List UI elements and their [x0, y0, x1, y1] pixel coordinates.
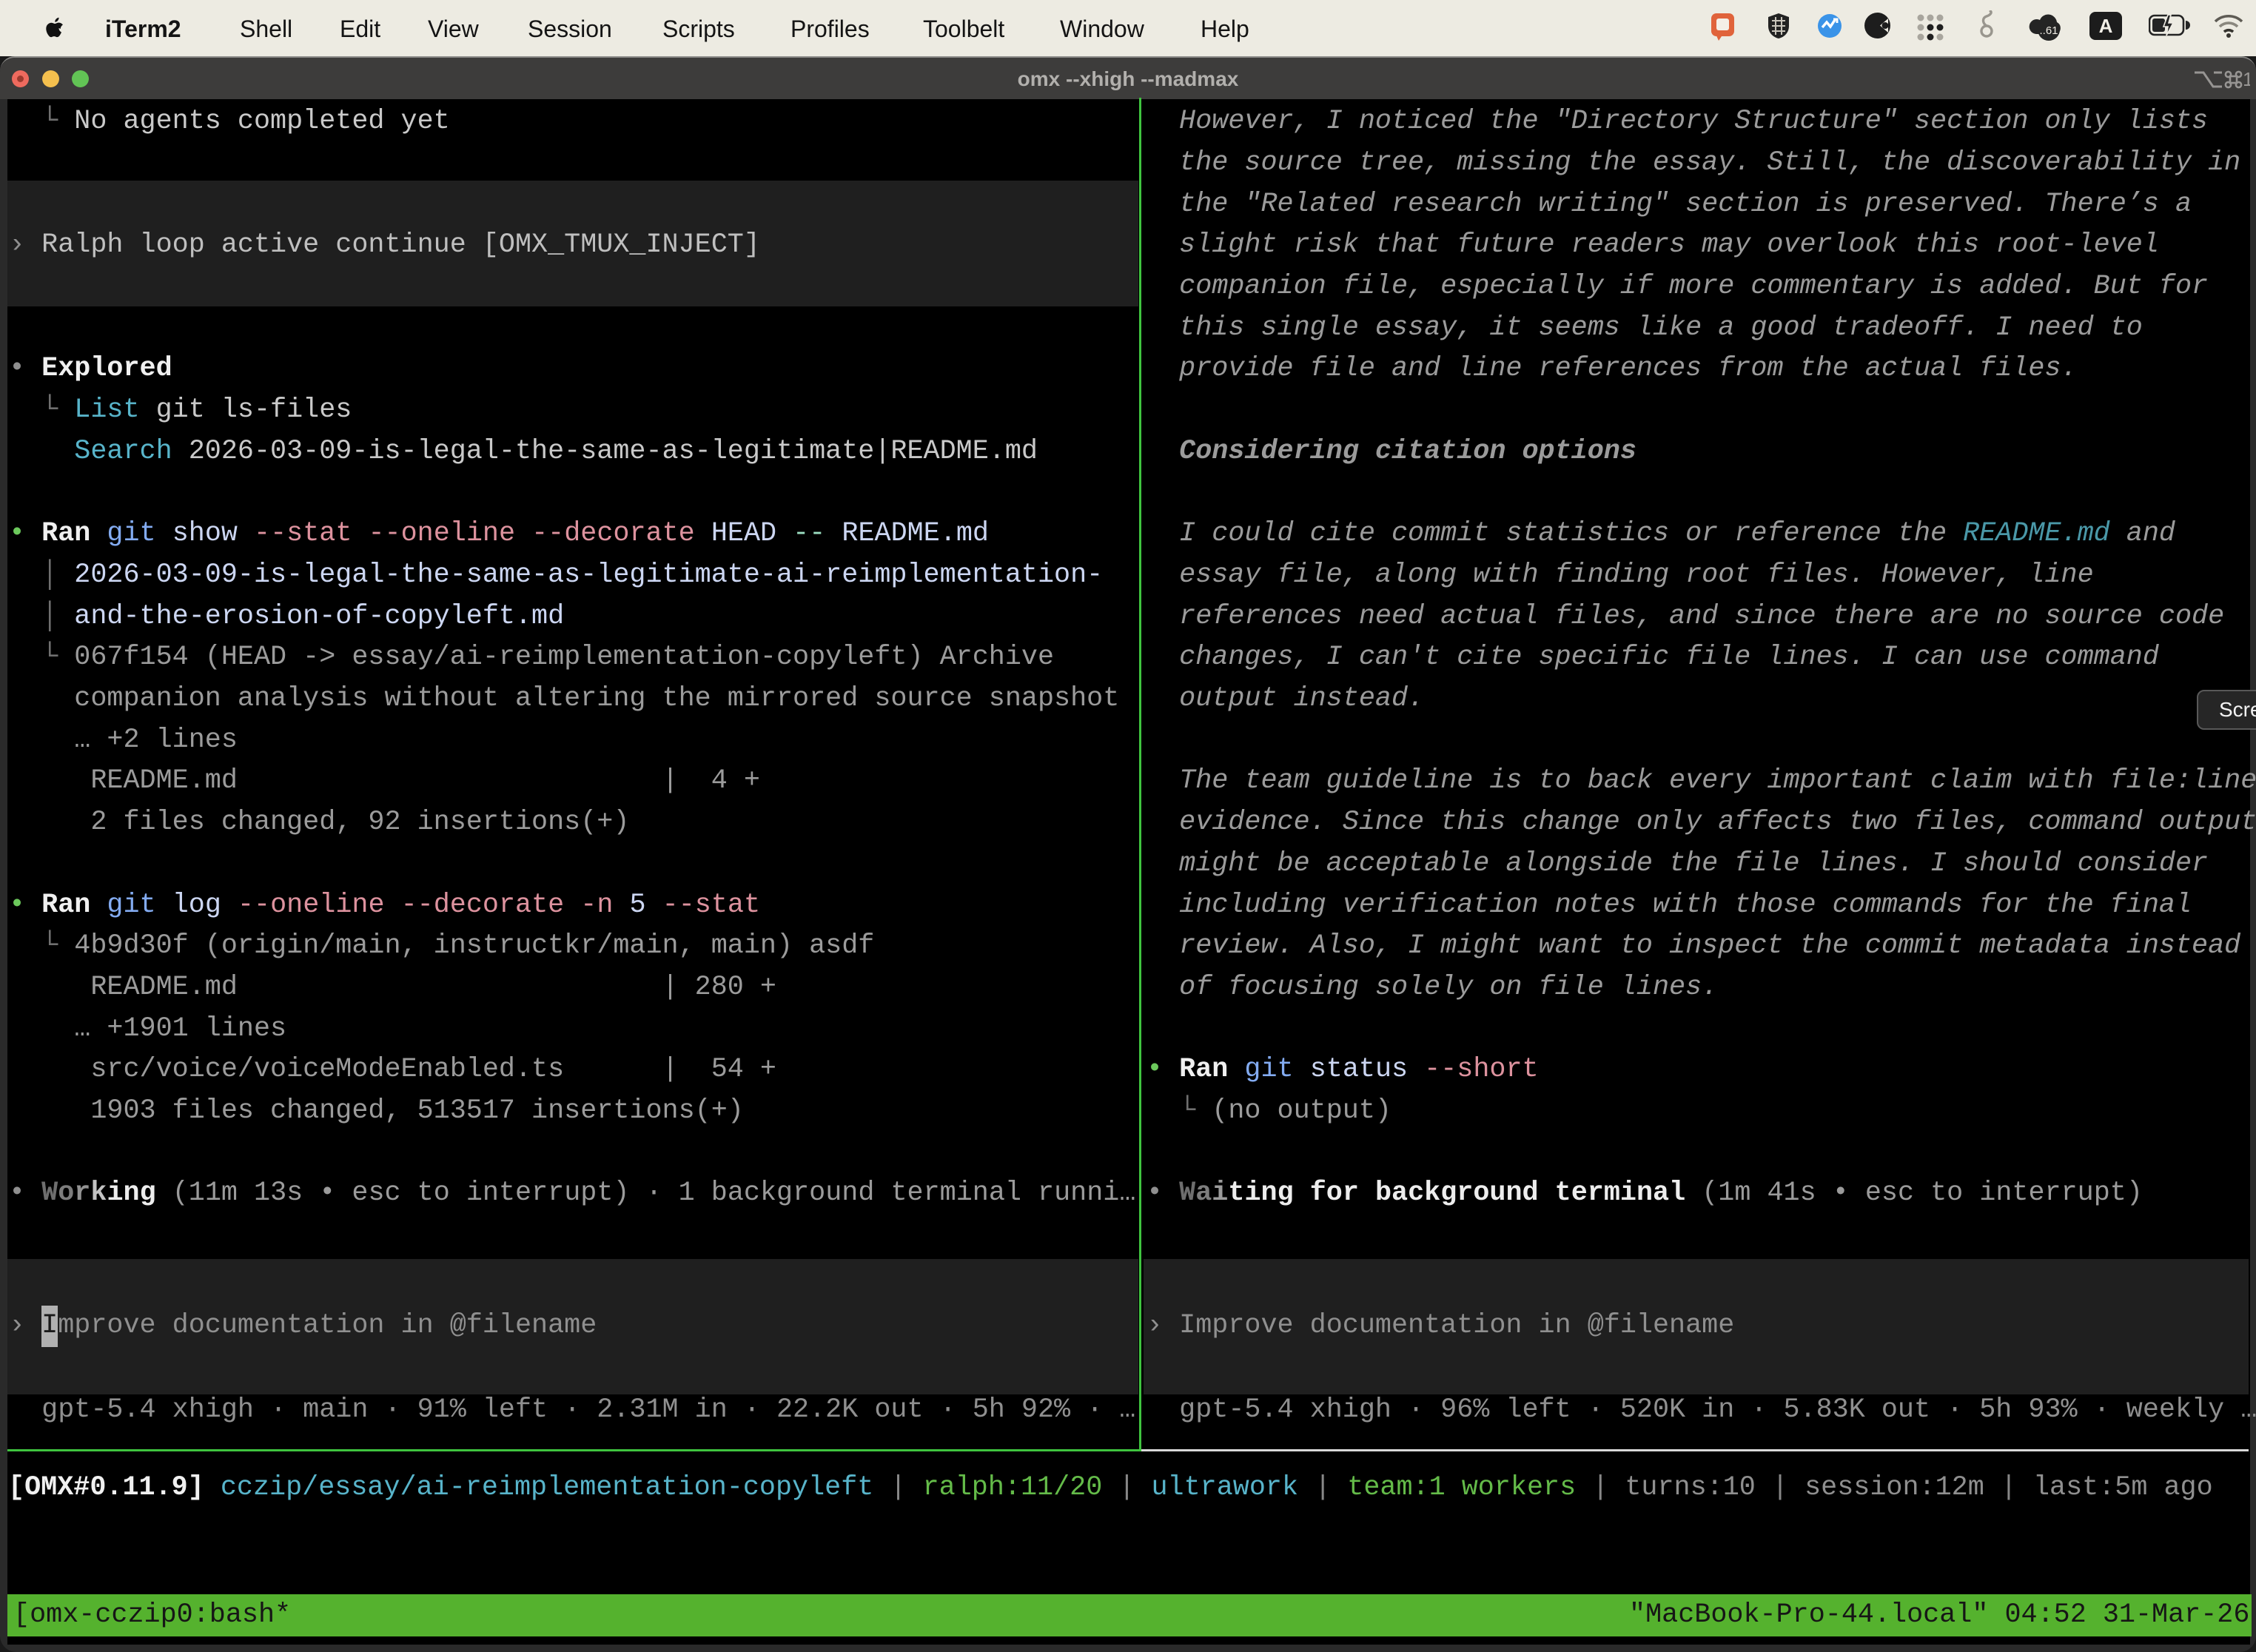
svg-text:..61: ..61	[2039, 24, 2058, 37]
